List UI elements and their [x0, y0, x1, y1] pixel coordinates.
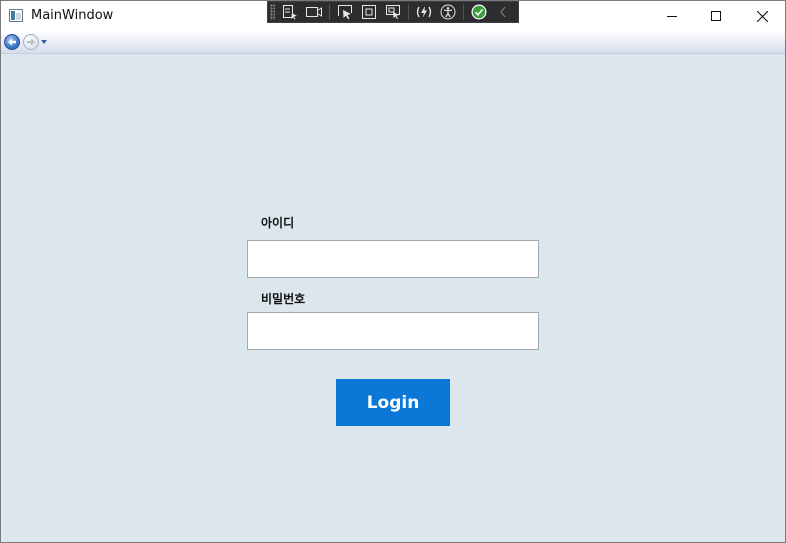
password-input[interactable]	[247, 312, 539, 350]
back-arrow-icon	[8, 38, 16, 46]
id-label: 아이디	[261, 216, 295, 230]
select-element-icon[interactable]	[336, 3, 354, 21]
window-title: MainWindow	[31, 8, 114, 23]
toolbar-grip[interactable]	[270, 4, 276, 20]
password-label: 비밀번호	[261, 292, 306, 306]
forward-button[interactable]	[23, 34, 39, 50]
navigation-bar	[1, 31, 785, 54]
id-input[interactable]	[247, 240, 539, 278]
display-layout-adorners-icon[interactable]	[360, 3, 378, 21]
camera-icon[interactable]	[305, 3, 323, 21]
maximize-icon	[711, 11, 721, 21]
binding-status-ok-icon[interactable]	[470, 3, 488, 21]
main-window: MainWindow 아이디 비밀번호 Login	[0, 0, 786, 543]
xaml-debug-toolbar	[267, 1, 519, 23]
toolbar-separator	[408, 4, 410, 20]
close-button[interactable]	[739, 1, 785, 31]
hot-reload-icon[interactable]	[415, 3, 433, 21]
collapse-toolbar-icon[interactable]	[494, 3, 512, 21]
login-button[interactable]: Login	[336, 379, 450, 426]
toolbar-separator	[329, 4, 331, 20]
maximize-button[interactable]	[693, 1, 739, 31]
toolbar-separator	[463, 4, 465, 20]
minimize-icon	[667, 16, 677, 17]
back-button[interactable]	[4, 34, 20, 50]
forward-arrow-icon	[27, 38, 35, 46]
chevron-down-icon[interactable]	[41, 40, 47, 44]
minimize-button[interactable]	[649, 1, 695, 31]
track-focused-element-icon[interactable]	[384, 3, 402, 21]
close-icon	[756, 10, 768, 22]
accessibility-checker-icon[interactable]	[439, 3, 457, 21]
go-to-live-visual-tree-icon[interactable]	[281, 3, 299, 21]
window-app-icon	[9, 9, 23, 22]
